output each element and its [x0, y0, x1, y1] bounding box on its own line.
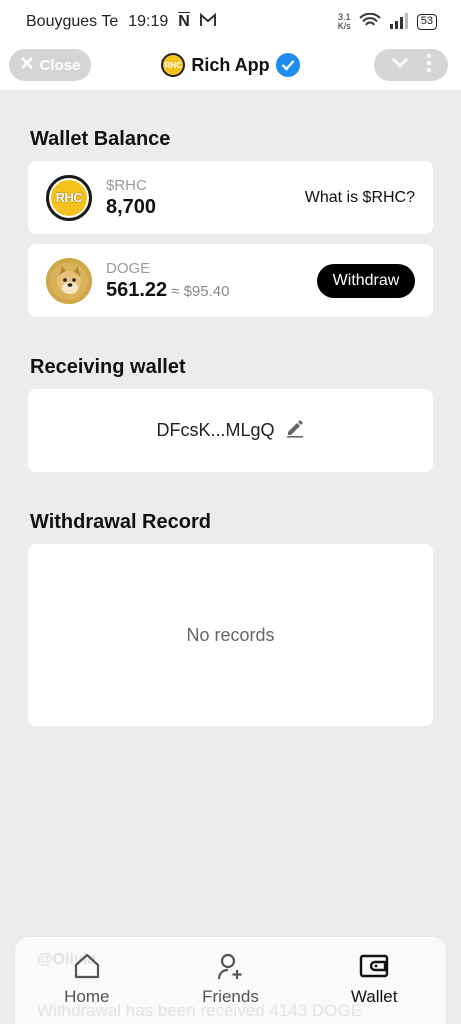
add-friend-icon: [215, 951, 245, 981]
status-right: 3.1 K/s 53: [337, 12, 437, 32]
withdrawal-record-heading: Withdrawal Record: [30, 511, 211, 533]
doge-usd-approx: ≈ $95.40: [171, 282, 230, 300]
carrier-name: Bouygues Te: [26, 13, 119, 30]
doge-label: DOGE: [106, 259, 151, 277]
rhc-balance-card: RHC $RHC 8,700 What is $RHC?: [28, 161, 433, 234]
receiving-wallet-card: DFcsK...MLgQ: [28, 389, 433, 472]
withdrawal-record-card: No records: [28, 544, 433, 726]
rhc-label: $RHC: [106, 176, 147, 194]
wifi-icon: [359, 12, 381, 32]
more-options-icon[interactable]: [426, 53, 432, 78]
nav-friends-label: Friends: [202, 987, 259, 1006]
rich-app-logo: RHC: [161, 53, 186, 77]
wallet-address: DFcsK...MLgQ: [156, 420, 275, 440]
header-menu: [374, 49, 448, 81]
chevron-down-icon[interactable]: [391, 56, 409, 74]
edit-pencil-icon[interactable]: [285, 418, 305, 443]
status-left: Bouygues Te 19:19 N: [26, 12, 216, 32]
nav-wallet[interactable]: Wallet: [314, 951, 434, 1007]
doge-amount: 561.22: [106, 278, 168, 301]
nfc-icon: N: [178, 13, 190, 30]
rhc-coin-icon: RHC: [46, 174, 92, 221]
clock: 19:19: [128, 13, 169, 30]
app-header: Close RHC Rich App: [0, 44, 461, 90]
doge-coin-icon: [46, 257, 92, 304]
home-icon: [72, 951, 102, 981]
battery-icon: 53: [416, 14, 437, 30]
withdraw-button[interactable]: Withdraw: [317, 263, 415, 298]
verified-badge-icon: [275, 53, 300, 77]
nav-home-label: Home: [64, 987, 110, 1006]
nav-wallet-label: Wallet: [350, 987, 398, 1006]
what-is-rhc-link[interactable]: What is $RHC?: [305, 189, 415, 207]
receiving-wallet-heading: Receiving wallet: [30, 356, 186, 378]
gmail-icon: [199, 12, 216, 32]
wallet-icon: [359, 951, 389, 981]
wallet-balance-heading: Wallet Balance: [30, 128, 171, 150]
status-bar: Bouygues Te 19:19 N 3.1 K/s 53: [0, 0, 461, 44]
doge-balance-card: DOGE 561.22 ≈ $95.40 Withdraw: [28, 244, 433, 317]
bottom-nav: @Olivia Withdrawal has been received 414…: [14, 936, 447, 1024]
network-speed: 3.1 K/s: [337, 12, 351, 31]
nav-home[interactable]: Home: [27, 951, 147, 1007]
signal-icon: [389, 12, 409, 32]
doge-amount-line: 561.22 ≈ $95.40: [106, 279, 229, 302]
no-records-text: No records: [186, 624, 275, 645]
nav-friends[interactable]: Friends: [170, 951, 290, 1007]
rhc-amount: 8,700: [106, 195, 157, 218]
app-title-text: Rich App: [191, 54, 270, 75]
